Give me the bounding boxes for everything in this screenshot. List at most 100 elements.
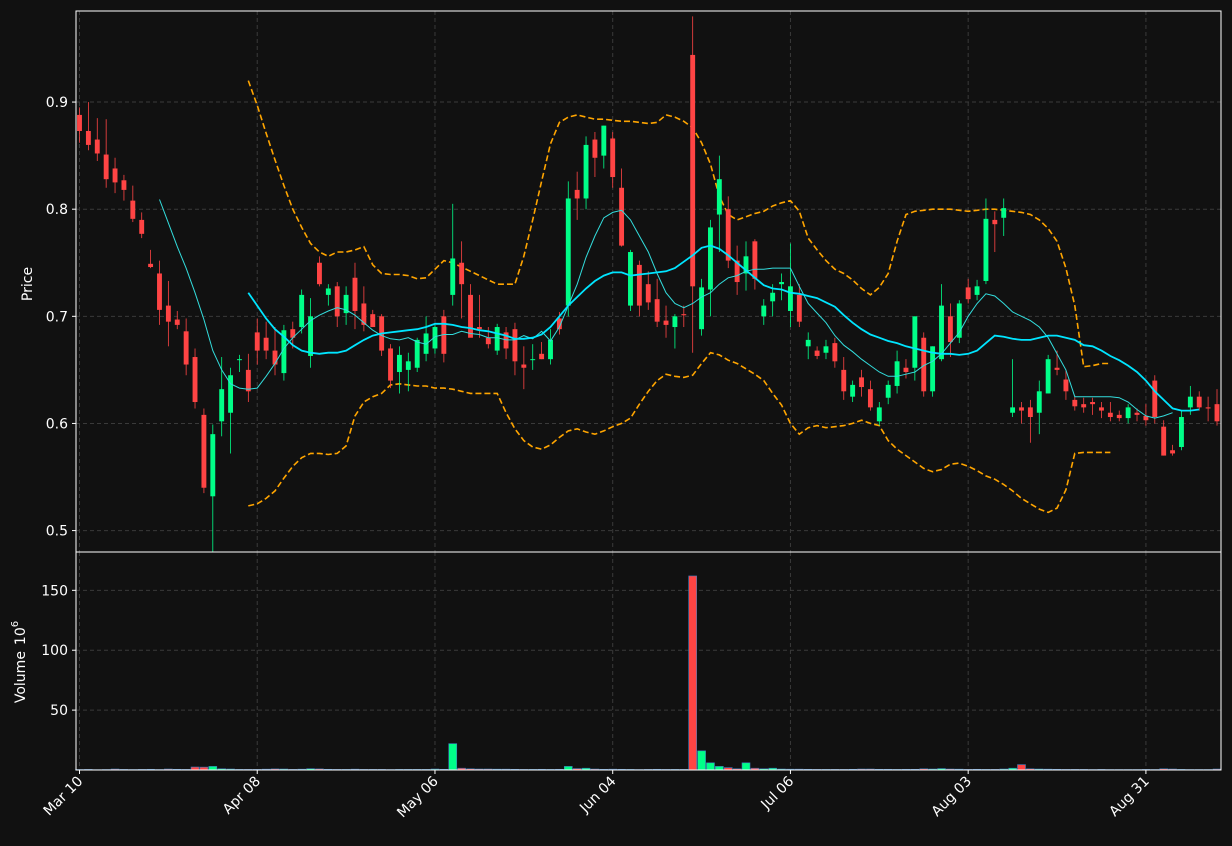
candle-body <box>672 316 678 328</box>
candle-body <box>352 277 358 311</box>
candle-body <box>530 359 536 361</box>
candle-body <box>867 389 873 408</box>
candle-body <box>174 319 180 325</box>
candle-body <box>192 357 198 403</box>
volume-ytick-label: 100 <box>41 643 68 659</box>
candle-body <box>796 294 802 322</box>
candle-body <box>574 189 580 199</box>
candle-body <box>1027 407 1033 418</box>
price-ytick-label: 0.9 <box>46 95 68 111</box>
candle-body <box>805 339 811 347</box>
candle-body <box>521 364 527 368</box>
candle-body <box>859 377 864 388</box>
candle-body <box>130 200 136 219</box>
candle-body <box>1187 396 1193 408</box>
candle-body <box>1072 399 1078 407</box>
candle-body <box>237 359 242 361</box>
candle-body <box>947 316 953 343</box>
volume-bar <box>688 575 697 771</box>
volume-bar <box>715 766 724 771</box>
candle-body <box>77 114 82 131</box>
candle-body <box>654 299 660 322</box>
candle-body <box>548 339 553 360</box>
candle-body <box>1170 450 1176 454</box>
volume-bar <box>448 743 458 771</box>
candle-body <box>645 284 651 303</box>
candle-body <box>450 258 456 295</box>
candle-body <box>1125 407 1131 419</box>
price-axis-label: Price <box>20 267 36 301</box>
candle-body <box>396 354 402 373</box>
volume-axis-label: Volume 106 <box>10 621 29 703</box>
candle-body <box>1081 404 1087 408</box>
candle-body <box>1116 414 1122 419</box>
candle-body <box>485 337 491 345</box>
volume-ytick-label: 50 <box>50 703 68 719</box>
volume-ytick-label: 150 <box>41 583 68 599</box>
candle-body <box>414 339 420 368</box>
candle-body <box>1036 391 1042 413</box>
candle-body <box>1152 380 1158 418</box>
candle-body <box>636 264 642 306</box>
candle-body <box>148 263 154 268</box>
candle-body <box>699 287 705 330</box>
candle-body <box>583 144 589 199</box>
candle-body <box>619 187 625 246</box>
candle-body <box>1054 367 1060 370</box>
candle-body <box>1161 426 1167 456</box>
candle-body <box>761 305 767 317</box>
candle-body <box>1019 407 1024 411</box>
chart-svg: 0.50.60.70.80.950100150Mar 10 Apr 08 May 0… <box>0 0 1232 842</box>
candle-body <box>512 329 518 362</box>
figure-background <box>0 0 1232 842</box>
candle-body <box>539 353 545 360</box>
candle-body <box>139 219 145 234</box>
volume-bar <box>706 762 715 771</box>
candle-body <box>1001 208 1007 218</box>
candle-body <box>245 369 251 392</box>
candle-body <box>476 327 482 330</box>
candle-body <box>814 350 820 356</box>
candle-body <box>725 209 731 261</box>
candle-body <box>201 414 207 488</box>
candle-body <box>912 316 918 368</box>
candle-body <box>823 346 829 353</box>
candle-body <box>832 343 838 362</box>
candle-body <box>157 273 162 310</box>
candle-body <box>903 367 909 373</box>
candle-body <box>121 180 127 190</box>
candle-body <box>112 168 118 183</box>
candle-body <box>85 130 91 145</box>
candle-body <box>841 369 847 392</box>
candle-body <box>263 337 269 351</box>
candle-body <box>299 294 305 328</box>
candle-body <box>663 320 669 325</box>
candle-body <box>690 54 696 287</box>
volume-bar <box>563 766 573 771</box>
price-ytick-label: 0.5 <box>46 524 68 540</box>
candle-body <box>1214 404 1220 422</box>
candlestick-chart: 0.5 0.6 0.7 0.8 0.9 50 100 150 Mar 10 Apr 08 May 0… <box>0 0 1232 842</box>
candle-body <box>254 332 260 351</box>
candle-body <box>219 389 225 422</box>
volume-bar <box>1017 764 1026 771</box>
candle-body <box>779 282 784 285</box>
candle-body <box>565 198 571 306</box>
candle-body <box>992 219 998 225</box>
candle-body <box>610 138 616 178</box>
volume-axis-label-text: Volume <box>13 651 29 703</box>
candle-body <box>716 179 722 215</box>
candle-body <box>1134 412 1140 415</box>
candle-body <box>885 384 891 398</box>
candle-body <box>1205 407 1211 409</box>
candle-body <box>370 314 376 328</box>
candle-body <box>334 286 340 317</box>
price-ytick-label: 0.7 <box>46 309 68 325</box>
candle-body <box>752 241 758 279</box>
volume-bar <box>208 766 218 771</box>
candle-body <box>405 361 411 370</box>
candle-body <box>628 252 633 306</box>
candle-body <box>770 292 776 302</box>
candle-body <box>1107 412 1113 418</box>
candle-body <box>459 262 465 285</box>
